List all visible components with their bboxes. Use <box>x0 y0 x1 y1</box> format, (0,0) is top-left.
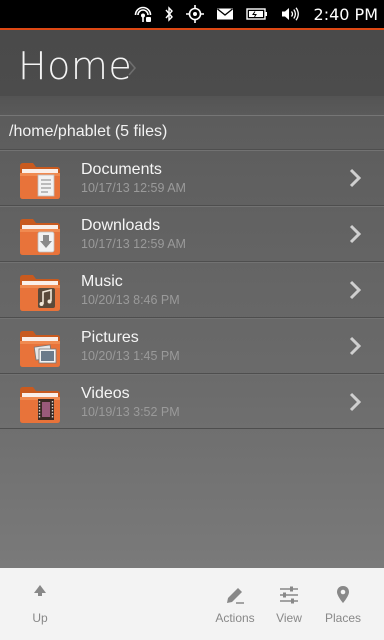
chevron-right-icon <box>349 280 362 300</box>
chevron-right-icon <box>349 224 362 244</box>
up-button[interactable]: Up <box>12 568 68 640</box>
view-label: View <box>276 611 302 625</box>
list-item-downloads[interactable]: Downloads 10/17/13 12:59 AM <box>0 205 384 261</box>
downloads-folder-icon <box>20 219 60 255</box>
actions-label: Actions <box>215 611 255 625</box>
location-icon[interactable] <box>185 0 204 28</box>
mail-icon[interactable] <box>216 0 234 28</box>
file-browser: /home/phablet (5 files) Documents 10/17/… <box>0 116 384 568</box>
arrow-up-icon <box>34 585 46 596</box>
location-pin-icon <box>337 586 349 603</box>
item-name: Documents <box>81 161 162 178</box>
item-date: 10/20/13 8:46 PM <box>81 293 180 307</box>
chevron-right-icon <box>349 168 362 188</box>
bluetooth-icon[interactable] <box>164 0 174 28</box>
battery-icon[interactable] <box>245 0 268 28</box>
list-item-pictures[interactable]: Pictures 10/20/13 1:45 PM <box>0 317 384 373</box>
list-item-videos[interactable]: Videos 10/19/13 3:52 PM <box>0 373 384 429</box>
page-header: Home <box>0 30 384 100</box>
item-date: 10/17/13 12:59 AM <box>81 237 186 251</box>
view-button[interactable]: View <box>261 568 317 640</box>
header-divider <box>0 96 384 116</box>
hotspot-icon[interactable] <box>134 0 152 28</box>
bottom-toolbar: Up Actions View Places <box>0 568 384 640</box>
file-list: Documents 10/17/13 12:59 AM Downloads 10… <box>0 149 384 429</box>
page-title: Home <box>18 44 133 88</box>
item-date: 10/17/13 12:59 AM <box>81 181 186 195</box>
sliders-icon <box>280 586 298 604</box>
volume-icon[interactable] <box>280 0 300 28</box>
chevron-right-icon <box>349 336 362 356</box>
item-name: Pictures <box>81 329 139 346</box>
documents-folder-icon <box>20 163 60 199</box>
item-date: 10/20/13 1:45 PM <box>81 349 180 363</box>
breadcrumb-chevron-icon[interactable] <box>126 58 138 78</box>
places-button[interactable]: Places <box>315 568 371 640</box>
chevron-right-icon <box>349 392 362 412</box>
up-label: Up <box>32 611 48 625</box>
item-name: Downloads <box>81 217 161 234</box>
edit-icon <box>227 588 244 604</box>
list-item-documents[interactable]: Documents 10/17/13 12:59 AM <box>0 149 384 205</box>
pictures-folder-icon <box>20 331 60 367</box>
list-item-music[interactable]: Music 10/20/13 8:46 PM <box>0 261 384 317</box>
item-name: Music <box>81 273 123 290</box>
status-bar: 2:40 PM <box>0 0 384 28</box>
videos-folder-icon <box>20 387 60 423</box>
item-name: Videos <box>81 385 130 402</box>
music-folder-icon <box>20 275 60 311</box>
status-clock: 2:40 PM <box>313 4 378 24</box>
item-date: 10/19/13 3:52 PM <box>81 405 180 419</box>
actions-button[interactable]: Actions <box>207 568 263 640</box>
places-label: Places <box>324 611 362 625</box>
current-path-label: /home/phablet (5 files) <box>9 123 168 140</box>
